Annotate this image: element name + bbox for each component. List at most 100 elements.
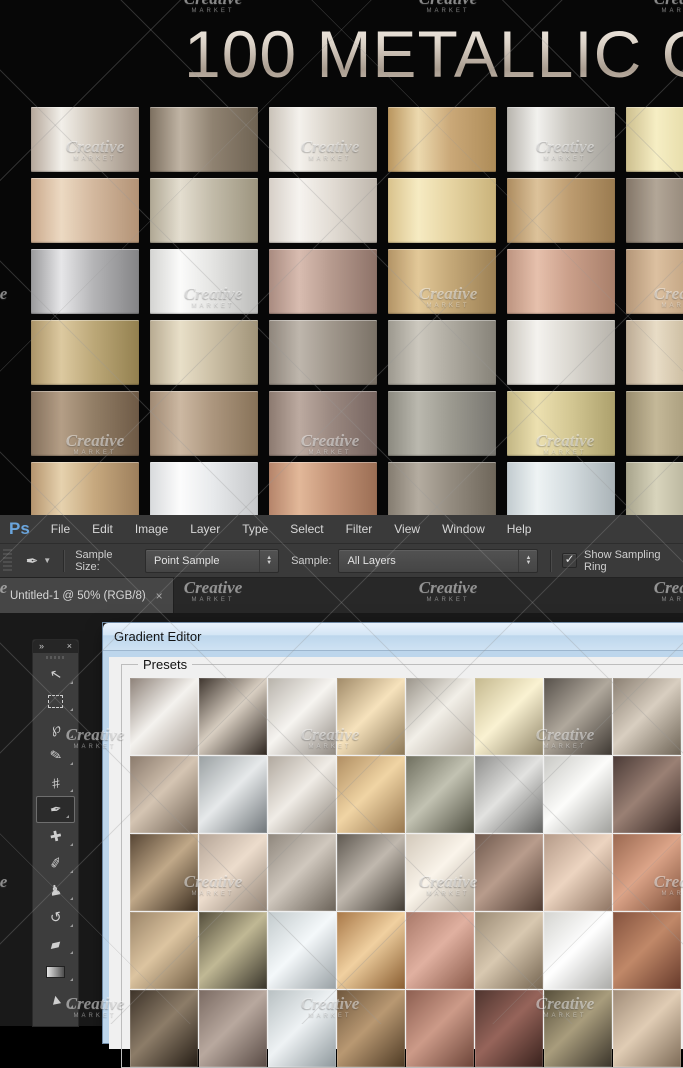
- dialog-title-bar[interactable]: Gradient Editor: [103, 623, 683, 651]
- product-title: 100 METALLIC GRADIENTS: [184, 16, 683, 92]
- metallic-gradient-swatch: [31, 178, 139, 243]
- gradient-preset[interactable]: [613, 990, 681, 1067]
- healing-brush-tool[interactable]: ✚: [33, 823, 78, 850]
- menu-item-help[interactable]: Help: [496, 522, 543, 536]
- document-tab[interactable]: Untitled-1 @ 50% (RGB/8) ×: [0, 578, 174, 613]
- gradient-preset[interactable]: [130, 678, 198, 755]
- presets-label: Presets: [143, 657, 188, 672]
- gradient-preset[interactable]: [199, 678, 267, 755]
- metallic-gradient-swatch: [507, 107, 615, 172]
- options-grip-handle[interactable]: [3, 548, 12, 573]
- gradient-preset[interactable]: [268, 990, 336, 1067]
- gradient-preset[interactable]: [475, 756, 543, 833]
- tool-preset-button[interactable]: ✒ ▼: [26, 552, 52, 570]
- gradient-preset[interactable]: [475, 990, 543, 1067]
- eyedropper-tool[interactable]: ✒: [36, 796, 75, 823]
- gradient-preset[interactable]: [613, 678, 681, 755]
- gradient-preset[interactable]: [544, 678, 612, 755]
- gradient-swatch-grid: [31, 107, 683, 527]
- gradient-preset[interactable]: [475, 834, 543, 911]
- marquee-tool[interactable]: [33, 688, 78, 715]
- gradient-tool[interactable]: [33, 958, 78, 985]
- check-icon: ✓: [564, 552, 575, 566]
- menu-item-select[interactable]: Select: [279, 522, 334, 536]
- flyout-indicator-icon: [70, 708, 73, 711]
- gradient-preset[interactable]: [130, 834, 198, 911]
- gradient-preset[interactable]: [613, 834, 681, 911]
- close-panel-icon[interactable]: ×: [67, 642, 72, 651]
- menu-item-file[interactable]: File: [40, 522, 81, 536]
- clone-stamp-tool[interactable]: ♟: [33, 877, 78, 904]
- gradient-preset[interactable]: [130, 990, 198, 1067]
- menu-item-filter[interactable]: Filter: [335, 522, 384, 536]
- gradient-preset[interactable]: [199, 834, 267, 911]
- crop-tool[interactable]: #: [33, 769, 78, 796]
- sample-size-label: Sample Size:: [75, 548, 113, 573]
- gradient-preset[interactable]: [268, 834, 336, 911]
- gradient-preset[interactable]: [337, 834, 405, 911]
- gradient-preset[interactable]: [613, 756, 681, 833]
- quick-selection-tool[interactable]: ✎: [33, 742, 78, 769]
- dialog-frame: Presets: [103, 651, 683, 1068]
- history-brush-tool[interactable]: ↺: [33, 904, 78, 931]
- metallic-gradient-swatch: [31, 391, 139, 456]
- brush-icon: ✐: [47, 853, 63, 873]
- metallic-gradient-swatch: [150, 249, 258, 314]
- menu-item-view[interactable]: View: [383, 522, 431, 536]
- gradient-preset[interactable]: [199, 756, 267, 833]
- gradient-preset[interactable]: [268, 912, 336, 989]
- metallic-gradient-swatch: [626, 391, 683, 456]
- gradient-preset[interactable]: [544, 990, 612, 1067]
- gradient-preset[interactable]: [544, 756, 612, 833]
- panel-grip[interactable]: [33, 653, 78, 661]
- gradient-preset[interactable]: [337, 912, 405, 989]
- gradient-preset[interactable]: [406, 990, 474, 1067]
- gradient-preset[interactable]: [337, 756, 405, 833]
- gradient-preset[interactable]: [337, 990, 405, 1067]
- gradient-preset[interactable]: [475, 912, 543, 989]
- gradient-preset[interactable]: [406, 756, 474, 833]
- gradient-preset[interactable]: [406, 834, 474, 911]
- move-tool[interactable]: ↖: [33, 661, 78, 688]
- gradient-preset[interactable]: [613, 912, 681, 989]
- menu-item-type[interactable]: Type: [231, 522, 279, 536]
- caret-down-icon: ▼: [43, 556, 52, 565]
- brush-tool[interactable]: ✐: [33, 850, 78, 877]
- blur-tool[interactable]: ▲: [33, 985, 78, 1012]
- show-sampling-ring-checkbox[interactable]: ✓: [562, 553, 577, 568]
- gradient-preset[interactable]: [406, 912, 474, 989]
- flyout-indicator-icon: [70, 762, 73, 765]
- metallic-gradient-swatch: [31, 107, 139, 172]
- menu-item-window[interactable]: Window: [431, 522, 496, 536]
- gradient-preset[interactable]: [337, 678, 405, 755]
- flyout-indicator-icon: [70, 735, 73, 738]
- flyout-indicator-icon: [70, 978, 73, 981]
- menu-item-edit[interactable]: Edit: [81, 522, 124, 536]
- gradient-preset[interactable]: [544, 834, 612, 911]
- gradient-editor-dialog: Gradient Editor Presets: [103, 623, 683, 1068]
- gradient-preset[interactable]: [268, 756, 336, 833]
- metallic-gradient-swatch: [150, 391, 258, 456]
- menu-item-layer[interactable]: Layer: [179, 522, 231, 536]
- gradient-preset[interactable]: [199, 990, 267, 1067]
- tools-panel-header: » ×: [33, 640, 78, 653]
- show-sampling-ring-label: Show Sampling Ring: [584, 548, 661, 573]
- gradient-preset[interactable]: [199, 912, 267, 989]
- gradient-preset[interactable]: [130, 912, 198, 989]
- metallic-gradient-swatch: [626, 178, 683, 243]
- close-icon[interactable]: ×: [156, 589, 163, 603]
- gradient-preset[interactable]: [130, 756, 198, 833]
- clone-stamp-icon: ♟: [47, 880, 64, 900]
- gradient-preset[interactable]: [406, 678, 474, 755]
- sample-dropdown[interactable]: All Layers ▲ ▼: [338, 548, 539, 573]
- eraser-tool[interactable]: ▰: [33, 931, 78, 958]
- gradient-preset[interactable]: [544, 912, 612, 989]
- collapse-panel-icon[interactable]: »: [39, 642, 44, 651]
- gradient-preset[interactable]: [475, 678, 543, 755]
- metallic-gradient-swatch: [31, 249, 139, 314]
- menu-item-image[interactable]: Image: [124, 522, 179, 536]
- lasso-tool[interactable]: ℘: [33, 715, 78, 742]
- gradient-preset[interactable]: [268, 678, 336, 755]
- sample-size-dropdown[interactable]: Point Sample ▲ ▼: [145, 548, 280, 573]
- eraser-icon: ▰: [48, 935, 63, 953]
